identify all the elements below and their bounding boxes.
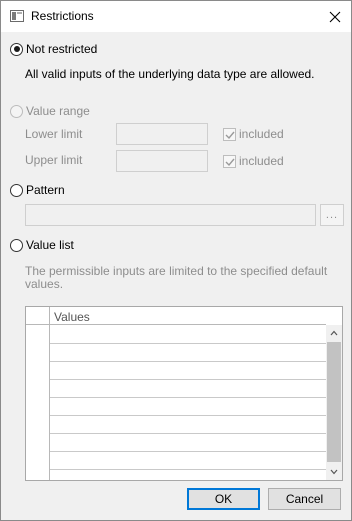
close-icon [329, 11, 341, 22]
window-title: Restrictions [31, 9, 94, 23]
radio-value-range-indicator[interactable] [10, 104, 23, 118]
value-list-description-line2: values. [25, 277, 64, 291]
radio-value-list-label: Value list [26, 238, 74, 252]
row-header-column [26, 307, 50, 480]
radio-not-restricted-label: Not restricted [26, 42, 98, 56]
not-restricted-description: All valid inputs of the underlying data … [25, 67, 315, 81]
title-bar: Restrictions [1, 1, 351, 32]
radio-not-restricted[interactable]: Not restricted [10, 42, 97, 56]
scroll-up-button[interactable] [326, 325, 342, 341]
grid-row[interactable] [50, 415, 326, 416]
radio-pattern[interactable]: Pattern [10, 183, 65, 197]
scroll-thumb[interactable] [327, 342, 341, 462]
grid-row[interactable] [50, 379, 326, 380]
lower-limit-label: Lower limit [25, 127, 83, 141]
lower-included-checkbox[interactable]: included [223, 127, 284, 141]
grid-header: Values [26, 307, 326, 325]
grid-row[interactable] [50, 469, 326, 470]
lower-limit-field[interactable] [116, 123, 208, 145]
radio-pattern-label: Pattern [26, 183, 65, 197]
upper-limit-field[interactable] [116, 150, 208, 172]
upper-included-checkbox-box[interactable] [223, 154, 236, 168]
grid-row[interactable] [50, 397, 326, 398]
radio-pattern-indicator[interactable] [10, 183, 23, 197]
lower-included-label: included [239, 127, 284, 141]
lower-included-checkbox-box[interactable] [223, 127, 236, 141]
close-button[interactable] [319, 1, 351, 32]
pattern-field[interactable] [25, 204, 316, 226]
checkmark-icon [225, 158, 235, 166]
checkmark-icon [225, 131, 235, 139]
radio-value-range[interactable]: Value range [10, 104, 90, 118]
radio-value-range-label: Value range [26, 104, 90, 118]
radio-value-list[interactable]: Value list [10, 238, 74, 252]
upper-included-checkbox[interactable]: included [223, 154, 284, 168]
vertical-scrollbar[interactable] [326, 325, 342, 480]
grid-row[interactable] [50, 451, 326, 452]
pattern-browse-button[interactable]: ... [320, 204, 344, 226]
grid-row[interactable] [50, 433, 326, 434]
cancel-button[interactable]: Cancel [268, 488, 341, 510]
chevron-down-icon [330, 469, 338, 475]
app-window-icon [10, 10, 24, 22]
grid-row[interactable] [50, 343, 326, 344]
ok-button[interactable]: OK [187, 488, 260, 510]
value-list-description-line1: The permissible inputs are limited to th… [25, 264, 328, 278]
values-grid[interactable]: Values [25, 306, 343, 481]
radio-not-restricted-indicator[interactable] [10, 42, 23, 56]
upper-included-label: included [239, 154, 284, 168]
scroll-down-button[interactable] [326, 464, 342, 480]
radio-value-list-indicator[interactable] [10, 238, 23, 252]
grid-row[interactable] [50, 361, 326, 362]
chevron-up-icon [330, 330, 338, 336]
values-column-header[interactable]: Values [54, 310, 90, 324]
restrictions-dialog: Restrictions Not restricted All valid in… [0, 0, 352, 521]
upper-limit-label: Upper limit [25, 153, 83, 167]
